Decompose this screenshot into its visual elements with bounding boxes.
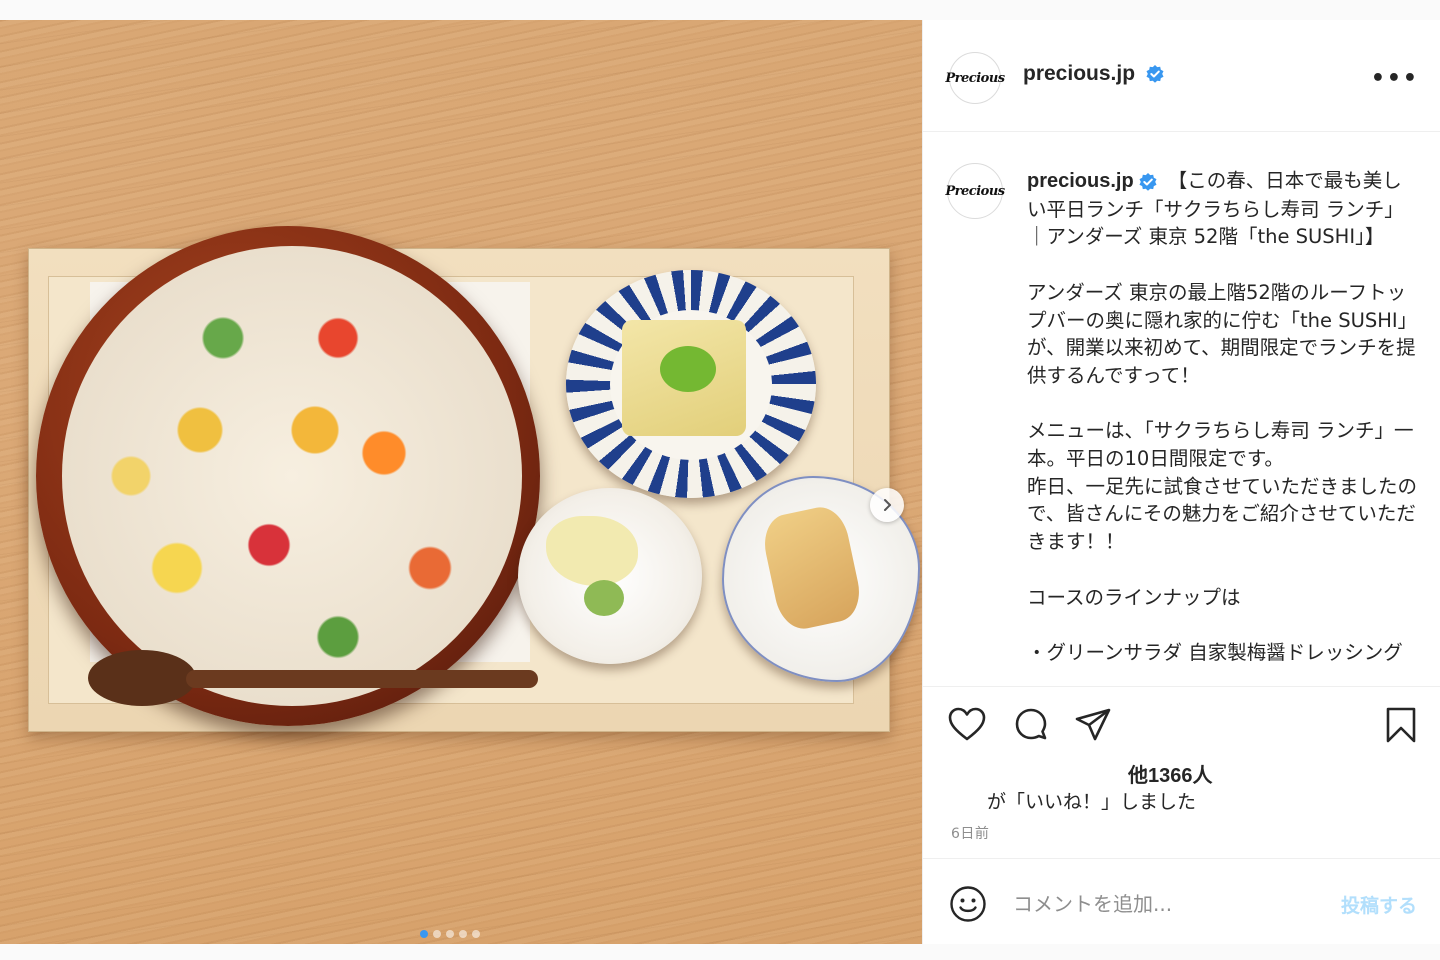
username-text[interactable]: precious.jp <box>1023 62 1135 85</box>
caption-text: 【この春、日本で最も美しい平日ランチ「サクラちらし寿司 ランチ」｜アンダーズ 東… <box>1027 169 1418 664</box>
carousel-dot <box>459 930 467 938</box>
paper-plane-icon[interactable] <box>1073 705 1113 745</box>
bean-topping <box>660 346 716 392</box>
wasabi <box>584 580 624 616</box>
caption-username[interactable]: precious.jp <box>1027 170 1134 192</box>
comment-input[interactable] <box>1013 889 1313 919</box>
carousel-dot <box>446 930 454 938</box>
post-actions: 他1366人 が「いいね！」しました 6日前 <box>923 686 1440 860</box>
post-comment-button[interactable]: 投稿する <box>1341 891 1417 918</box>
post-author-username[interactable]: precious.jp <box>1023 62 1165 86</box>
post-photo[interactable] <box>0 20 922 944</box>
avatar[interactable]: Precious <box>945 163 1005 219</box>
heart-icon[interactable] <box>947 705 987 745</box>
wooden-spoon <box>88 650 538 706</box>
post-side-panel: Precious precious.jp ••• Precious precio… <box>922 20 1440 944</box>
post-timestamp[interactable]: 6日前 <box>951 823 989 843</box>
carousel-next-button[interactable] <box>870 488 904 522</box>
comment-icon[interactable] <box>1011 705 1051 745</box>
comment-bar: 投稿する <box>923 858 1440 944</box>
carousel-dot <box>420 930 428 938</box>
chevron-right-icon <box>884 499 891 511</box>
likes-count[interactable]: 他1366人 <box>1128 759 1213 788</box>
smiley-icon[interactable] <box>949 885 987 923</box>
carousel-dot <box>433 930 441 938</box>
caption-area: Precious precious.jp 【この春、日本で最も美しい平日ランチ「サ… <box>923 133 1440 685</box>
carousel-dot <box>472 930 480 938</box>
verified-badge-icon <box>1146 65 1164 84</box>
verified-badge-icon <box>1139 172 1157 191</box>
post-caption: precious.jp 【この春、日本で最も美しい平日ランチ「サクラちらし寿司 ラ… <box>1027 167 1419 667</box>
carousel-dots <box>420 930 480 938</box>
chirashi-sushi <box>62 246 522 706</box>
post-header: Precious precious.jp ••• <box>923 20 1440 132</box>
bookmark-icon[interactable] <box>1381 705 1421 745</box>
likes-suffix: が「いいね！」しました <box>987 791 1197 813</box>
avatar[interactable]: Precious <box>945 52 1005 104</box>
more-options-icon[interactable]: ••• <box>1371 66 1419 91</box>
